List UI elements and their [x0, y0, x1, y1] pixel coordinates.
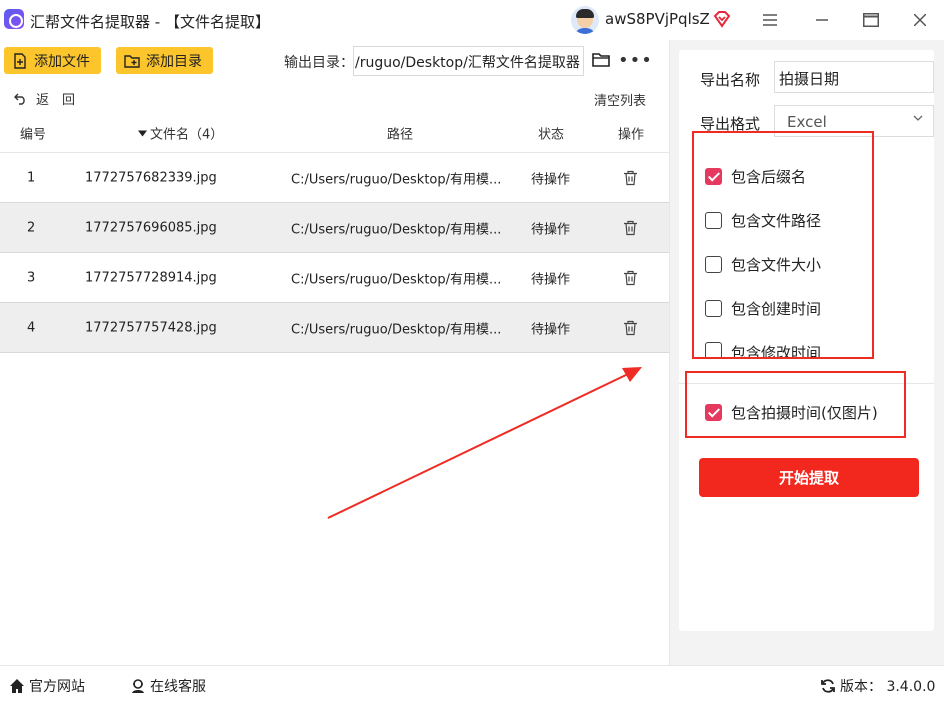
row-path: C:/Users/ruguo/Desktop/有用模... [291, 172, 502, 187]
table-header: 编号 文件名（4） 路径 状态 操作 [0, 114, 669, 153]
maximize-icon[interactable] [859, 8, 883, 32]
add-folder-icon [124, 54, 140, 68]
export-name-input[interactable]: 拍摄日期 [774, 61, 934, 93]
row-index: 3 [27, 270, 36, 285]
table-row[interactable]: 4 1772757757428.jpg C:/Users/ruguo/Deskt… [0, 303, 669, 353]
header-action: 操作 [618, 127, 645, 143]
version-label: 版本： 3.4.0.0 [840, 679, 936, 695]
add-file-button[interactable]: 添加文件 [4, 47, 101, 74]
more-options-icon[interactable]: ••• [618, 50, 653, 71]
row-status: 待操作 [531, 222, 571, 237]
online-support-link[interactable]: 在线客服 [130, 676, 206, 696]
official-website-link[interactable]: 官方网站 [9, 676, 85, 696]
row-filename: 1772757728914.jpg [85, 270, 217, 285]
website-label: 官方网站 [29, 679, 85, 695]
header-filename[interactable]: 文件名（4） [138, 124, 223, 143]
add-directory-label: 添加目录 [146, 53, 202, 70]
row-status: 待操作 [531, 272, 571, 287]
clear-list-button[interactable]: 清空列表 [594, 90, 646, 109]
window-title: 汇帮文件名提取器 - 【文件名提取】 [30, 13, 270, 31]
refresh-icon [821, 679, 835, 693]
row-status: 待操作 [531, 172, 571, 187]
add-file-icon [14, 52, 26, 69]
close-icon[interactable] [908, 8, 932, 32]
add-directory-button[interactable]: 添加目录 [116, 47, 213, 74]
username[interactable]: awS8PVjPqlsZ [605, 10, 710, 28]
annotation-highlight-box [685, 371, 906, 438]
header-path: 路径 [387, 127, 414, 143]
vip-diamond-icon[interactable] [712, 9, 732, 29]
row-status: 待操作 [531, 322, 571, 337]
delete-icon[interactable] [624, 170, 637, 185]
home-icon [10, 679, 24, 693]
sort-down-icon [138, 130, 147, 136]
back-button[interactable]: 返 回 [14, 89, 75, 108]
version-info[interactable]: 版本： 3.4.0.0 [820, 676, 935, 696]
title-bar: 汇帮文件名提取器 - 【文件名提取】 awS8PVjPqlsZ [0, 0, 944, 40]
back-label: 返 回 [36, 93, 76, 108]
undo-icon [14, 93, 25, 105]
row-filename: 1772757682339.jpg [85, 170, 217, 185]
table-row[interactable]: 1 1772757682339.jpg C:/Users/ruguo/Deskt… [0, 153, 669, 203]
delete-icon[interactable] [624, 320, 637, 335]
add-file-label: 添加文件 [34, 53, 90, 70]
row-filename: 1772757757428.jpg [85, 320, 217, 335]
delete-icon[interactable] [624, 220, 637, 235]
header-status: 状态 [538, 127, 565, 143]
annotation-highlight-box [692, 131, 874, 359]
row-path: C:/Users/ruguo/Desktop/有用模... [291, 272, 502, 287]
export-name-label: 导出名称 [700, 71, 761, 89]
app-logo-icon [4, 9, 24, 29]
support-label: 在线客服 [150, 679, 206, 695]
file-table: 编号 文件名（4） 路径 状态 操作 1 1772757682339.jpg C… [0, 114, 669, 353]
minimize-icon[interactable] [810, 8, 834, 32]
output-dir-label: 输出目录： [284, 55, 354, 71]
browse-folder-icon[interactable] [592, 52, 610, 67]
row-filename: 1772757696085.jpg [85, 220, 217, 235]
support-agent-icon [132, 679, 144, 693]
header-filename-label: 文件名（4） [150, 127, 224, 143]
row-path: C:/Users/ruguo/Desktop/有用模... [291, 322, 502, 337]
table-row[interactable]: 2 1772757696085.jpg C:/Users/ruguo/Deskt… [0, 203, 669, 253]
row-path: C:/Users/ruguo/Desktop/有用模... [291, 222, 502, 237]
status-bar: 官方网站 在线客服 版本： 3.4.0.0 [0, 665, 944, 708]
row-index: 2 [27, 220, 36, 235]
user-avatar[interactable] [571, 6, 599, 34]
export-format-value: Excel [787, 113, 827, 131]
table-row[interactable]: 3 1772757728914.jpg C:/Users/ruguo/Deskt… [0, 253, 669, 303]
menu-icon[interactable] [758, 8, 782, 32]
start-extract-button[interactable]: 开始提取 [699, 458, 919, 497]
row-index: 4 [27, 320, 36, 335]
chevron-down-icon [913, 115, 923, 121]
output-dir-input[interactable]: /ruguo/Desktop/汇帮文件名提取器 [353, 46, 584, 76]
delete-icon[interactable] [624, 270, 637, 285]
row-index: 1 [27, 170, 36, 185]
header-index: 编号 [20, 127, 47, 143]
